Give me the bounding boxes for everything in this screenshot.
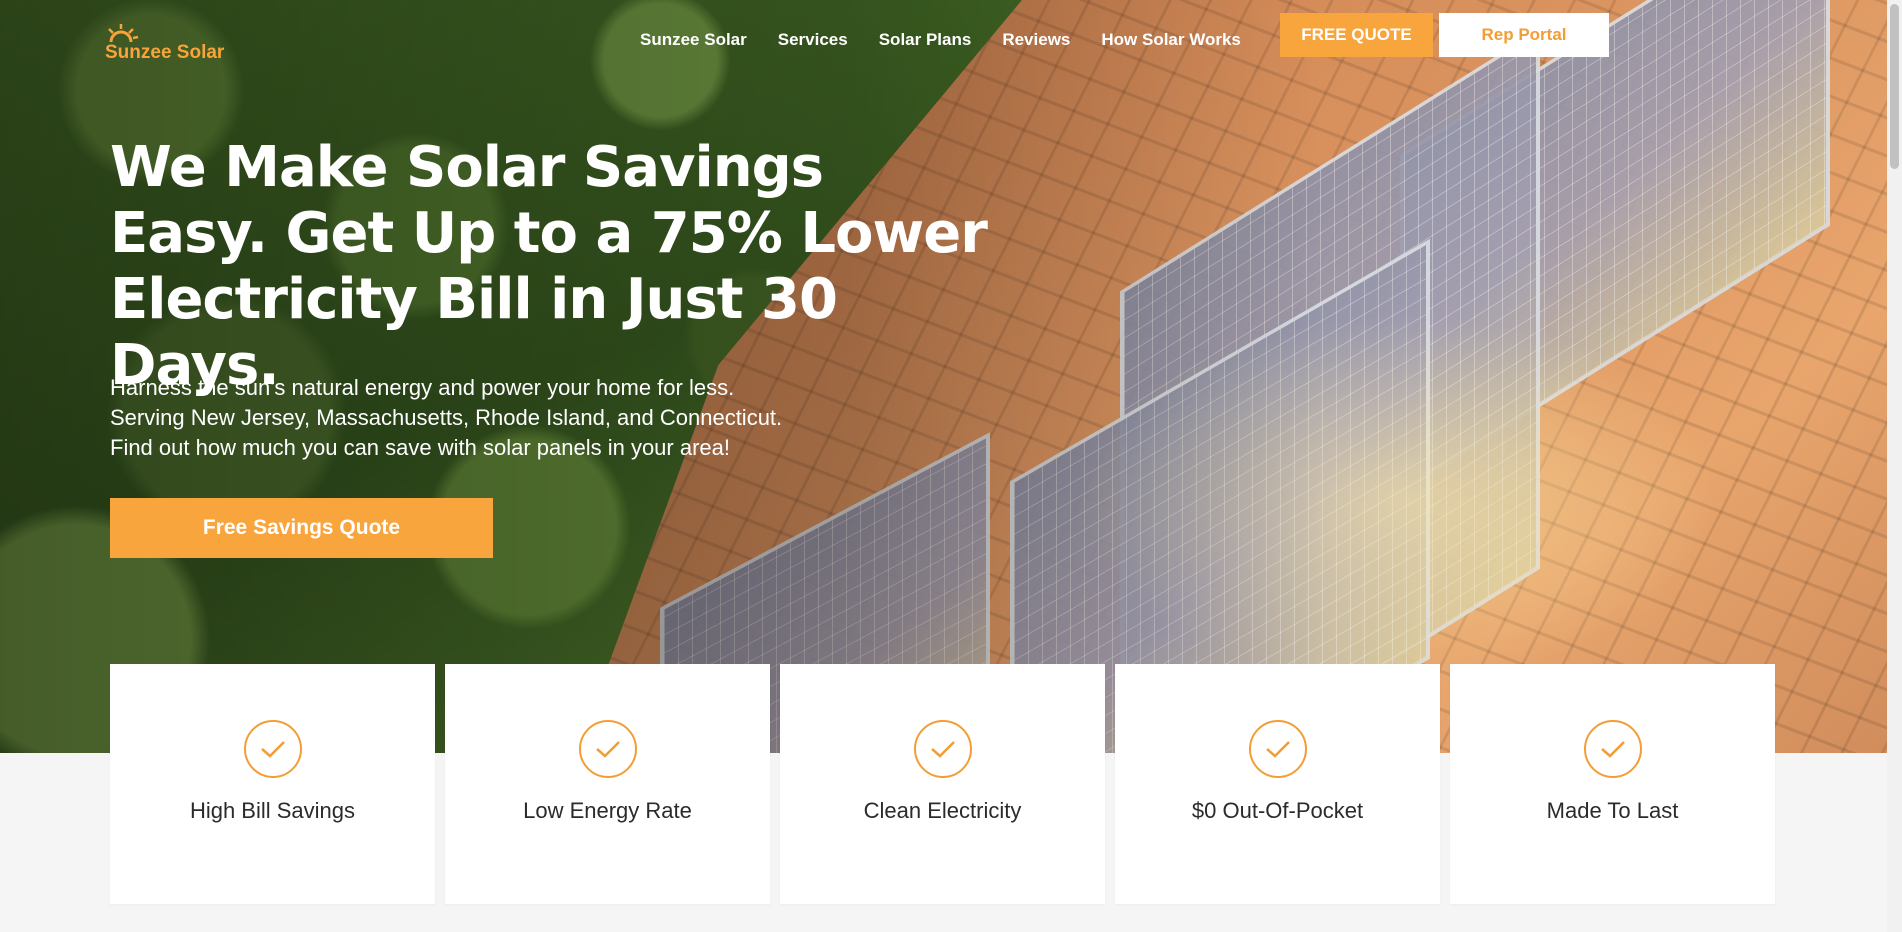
nav-item-solar-plans[interactable]: Solar Plans	[879, 30, 972, 50]
feature-card: Low Energy Rate	[445, 664, 770, 904]
feature-card: $0 Out-Of-Pocket	[1115, 664, 1440, 904]
hero-subtext-line: Find out how much you can save with sola…	[110, 435, 730, 460]
feature-card: Clean Electricity	[780, 664, 1105, 904]
feature-label: Made To Last	[1546, 798, 1679, 823]
check-circle-icon	[578, 720, 637, 778]
check-circle-icon	[913, 720, 972, 778]
check-circle-icon	[1248, 720, 1307, 778]
free-savings-quote-button[interactable]: Free Savings Quote	[110, 498, 493, 558]
feature-card: Made To Last	[1450, 664, 1775, 904]
nav-item-reviews[interactable]: Reviews	[1002, 30, 1070, 50]
hero-subtext: Harness the sun's natural energy and pow…	[110, 373, 930, 463]
rep-portal-button[interactable]: Rep Portal	[1439, 13, 1609, 57]
scrollbar-thumb[interactable]	[1890, 4, 1899, 169]
hero-subtext-line: Serving New Jersey, Massachusetts, Rhode…	[110, 405, 783, 430]
sun-icon	[108, 24, 139, 43]
free-quote-button[interactable]: FREE QUOTE	[1280, 13, 1433, 57]
feature-label: Clean Electricity	[863, 798, 1022, 823]
nav-item-services[interactable]: Services	[778, 30, 848, 50]
check-circle-icon	[243, 720, 302, 778]
feature-label: $0 Out-Of-Pocket	[1191, 798, 1364, 823]
main-nav: Sunzee Solar Services Solar Plans Review…	[640, 30, 1241, 50]
brand-logo[interactable]: Sunzee Solar	[105, 22, 235, 66]
check-circle-icon	[1583, 720, 1642, 778]
feature-cards: High Bill Savings Low Energy Rate Clean …	[110, 664, 1775, 904]
feature-label: High Bill Savings	[189, 798, 356, 823]
feature-label: Low Energy Rate	[523, 798, 692, 823]
nav-item-how-solar-works[interactable]: How Solar Works	[1101, 30, 1241, 50]
brand-name: Sunzee Solar	[105, 42, 225, 63]
hero-headline: We Make Solar Savings Easy. Get Up to a …	[110, 135, 988, 398]
nav-item-sunzee-solar[interactable]: Sunzee Solar	[640, 30, 747, 50]
feature-card: High Bill Savings	[110, 664, 435, 904]
hero-subtext-line: Harness the sun's natural energy and pow…	[110, 375, 735, 400]
